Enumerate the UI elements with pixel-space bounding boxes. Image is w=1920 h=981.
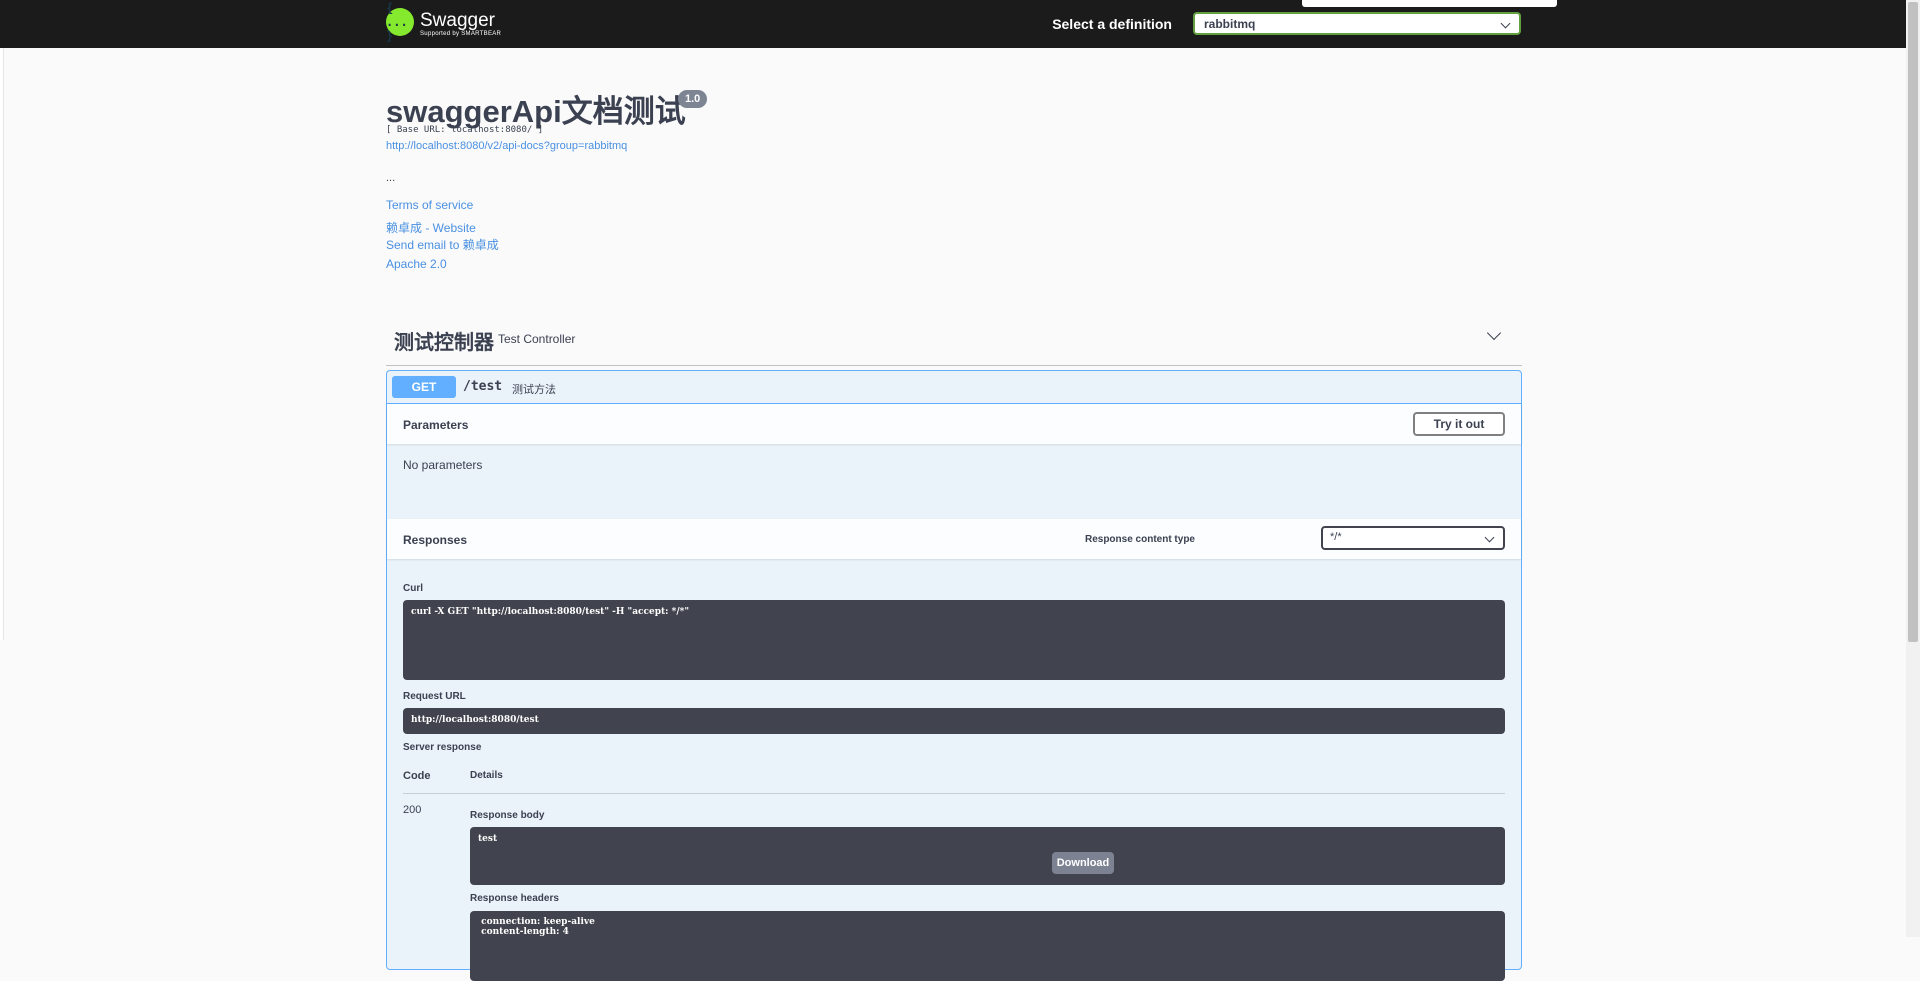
base-url: [ Base URL: localhost:8080/ ] xyxy=(386,125,544,135)
curl-code[interactable]: curl -X GET "http://localhost:8080/test"… xyxy=(403,600,1505,680)
terms-of-service-link[interactable]: Terms of service xyxy=(386,198,473,212)
responses-header: Responses Response content type */* xyxy=(387,519,1521,559)
definition-select-value: rabbitmq xyxy=(1204,17,1256,31)
definition-select[interactable]: rabbitmq xyxy=(1193,12,1521,35)
tag-title[interactable]: 测试控制器 xyxy=(394,326,494,355)
operation-summary-bar[interactable]: GET /test 测试方法 xyxy=(387,371,1521,404)
operation-path: /test xyxy=(463,379,503,394)
try-it-out-button[interactable]: Try it out xyxy=(1413,412,1505,436)
response-code: 200 xyxy=(403,804,422,816)
api-docs-link[interactable]: http://localhost:8080/v2/api-docs?group=… xyxy=(386,140,627,152)
response-table-divider xyxy=(403,793,1505,794)
code-column-header: Code xyxy=(403,770,431,782)
dropdown-popup-edge xyxy=(1302,0,1557,7)
no-parameters-text: No parameters xyxy=(403,458,483,472)
server-response-label: Server response xyxy=(403,742,482,753)
details-column-header: Details xyxy=(470,770,503,781)
response-content-type-value: */* xyxy=(1330,531,1342,543)
curl-label: Curl xyxy=(403,583,423,594)
download-button[interactable]: Download xyxy=(1052,852,1114,874)
version-badge: 1.0 xyxy=(678,90,708,108)
license-link[interactable]: Apache 2.0 xyxy=(386,257,447,271)
request-url-label: Request URL xyxy=(403,691,466,702)
parameters-header: Parameters Try it out xyxy=(387,404,1521,444)
response-body-code[interactable]: test xyxy=(470,827,1505,885)
chevron-down-icon xyxy=(1500,18,1511,29)
topbar: { ... } Swagger Supported by SMARTBEAR S… xyxy=(0,0,1906,48)
response-content-type-select[interactable]: */* xyxy=(1321,526,1505,550)
responses-title: Responses xyxy=(403,533,468,547)
parameters-title: Parameters xyxy=(403,418,469,432)
method-badge: GET xyxy=(392,376,456,398)
swagger-logo-icon: { ... } xyxy=(386,1,414,43)
response-body-label: Response body xyxy=(470,810,545,821)
swagger-logo-name: Swagger xyxy=(420,10,495,31)
chevron-down-icon xyxy=(1484,532,1495,543)
definition-label: Select a definition xyxy=(1052,16,1172,32)
response-header-line: content-length: 4 xyxy=(478,927,569,937)
operation-summary: 测试方法 xyxy=(512,384,556,396)
tag-divider xyxy=(386,365,1522,366)
page-scrollbar[interactable] xyxy=(1906,0,1920,937)
response-header-line: connection: keep-alive xyxy=(478,917,595,927)
contact-email-link[interactable]: Send email to 赖卓成 xyxy=(386,236,499,253)
chevron-down-icon[interactable] xyxy=(1486,325,1502,341)
left-edge xyxy=(0,0,4,640)
response-headers-label: Response headers xyxy=(470,893,559,904)
scrollbar-thumb[interactable] xyxy=(1908,2,1918,642)
website-link[interactable]: 赖卓成 - Website xyxy=(386,219,476,236)
api-description: ... xyxy=(386,172,396,184)
tag-description: Test Controller xyxy=(498,332,576,346)
request-url-code[interactable]: http://localhost:8080/test xyxy=(403,708,1505,734)
operation-block: GET /test 测试方法 Parameters Try it out No … xyxy=(386,370,1522,981)
response-content-type-label: Response content type xyxy=(1084,534,1195,545)
swagger-logo-subtitle: Supported by SMARTBEAR xyxy=(420,31,502,37)
response-headers-code[interactable]: connection: keep-alive content-length: 4 xyxy=(470,911,1505,981)
